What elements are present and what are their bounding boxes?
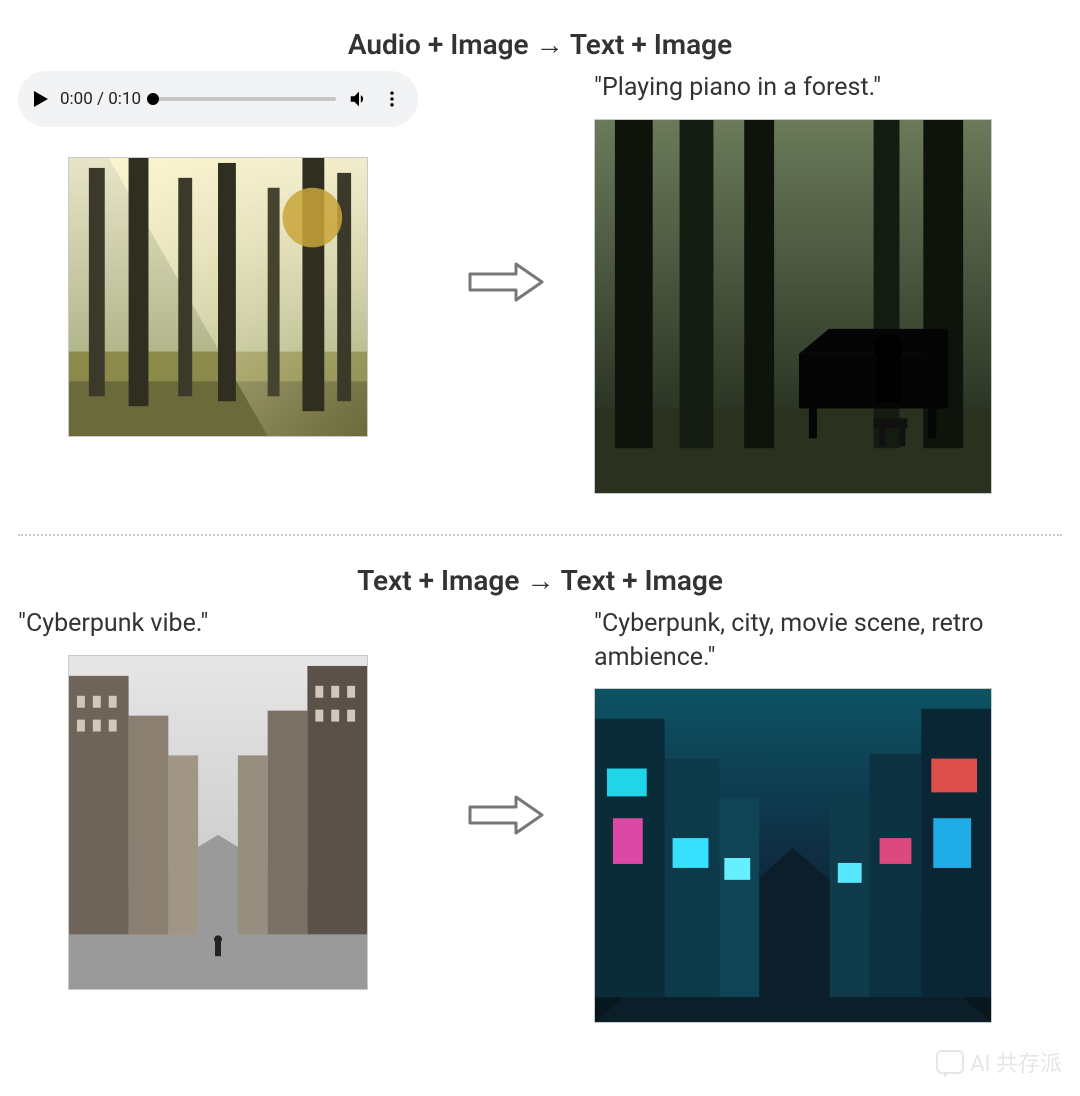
play-icon[interactable] bbox=[34, 91, 48, 107]
input-image-city bbox=[68, 655, 368, 990]
arrow-column-1 bbox=[436, 260, 576, 304]
input-column-1: 0:00 / 0:10 bbox=[18, 71, 418, 437]
output-column-2: "Cyberpunk, city, movie scene, retro amb… bbox=[594, 607, 1062, 1024]
audio-player[interactable]: 0:00 / 0:10 bbox=[18, 71, 418, 127]
output-image-piano-forest bbox=[594, 119, 992, 494]
arrow-right-icon bbox=[466, 260, 546, 304]
output-caption-2: "Cyberpunk, city, movie scene, retro amb… bbox=[594, 607, 1062, 675]
section-title-1: Audio + Image → Text + Image bbox=[0, 0, 1080, 71]
seek-knob[interactable] bbox=[147, 93, 159, 105]
kebab-menu-icon[interactable] bbox=[382, 89, 402, 109]
output-column-1: "Playing piano in a forest." bbox=[594, 71, 1062, 494]
section-title-2: Text + Image → Text + Image bbox=[0, 536, 1080, 607]
input-image-forest bbox=[68, 157, 368, 437]
seek-bar[interactable] bbox=[153, 97, 336, 101]
output-caption-1: "Playing piano in a forest." bbox=[594, 71, 881, 105]
input-caption-2: "Cyberpunk vibe." bbox=[18, 607, 208, 641]
audio-time-display: 0:00 / 0:10 bbox=[60, 89, 141, 109]
output-image-cyberpunk bbox=[594, 688, 992, 1023]
volume-icon[interactable] bbox=[348, 88, 370, 110]
example-row-2: "Cyberpunk vibe." bbox=[0, 607, 1080, 1054]
example-row-1: 0:00 / 0:10 bbox=[0, 71, 1080, 524]
arrow-column-2 bbox=[436, 793, 576, 837]
input-column-2: "Cyberpunk vibe." bbox=[18, 607, 418, 990]
arrow-right-icon bbox=[466, 793, 546, 837]
chat-bubble-icon bbox=[936, 1050, 964, 1074]
